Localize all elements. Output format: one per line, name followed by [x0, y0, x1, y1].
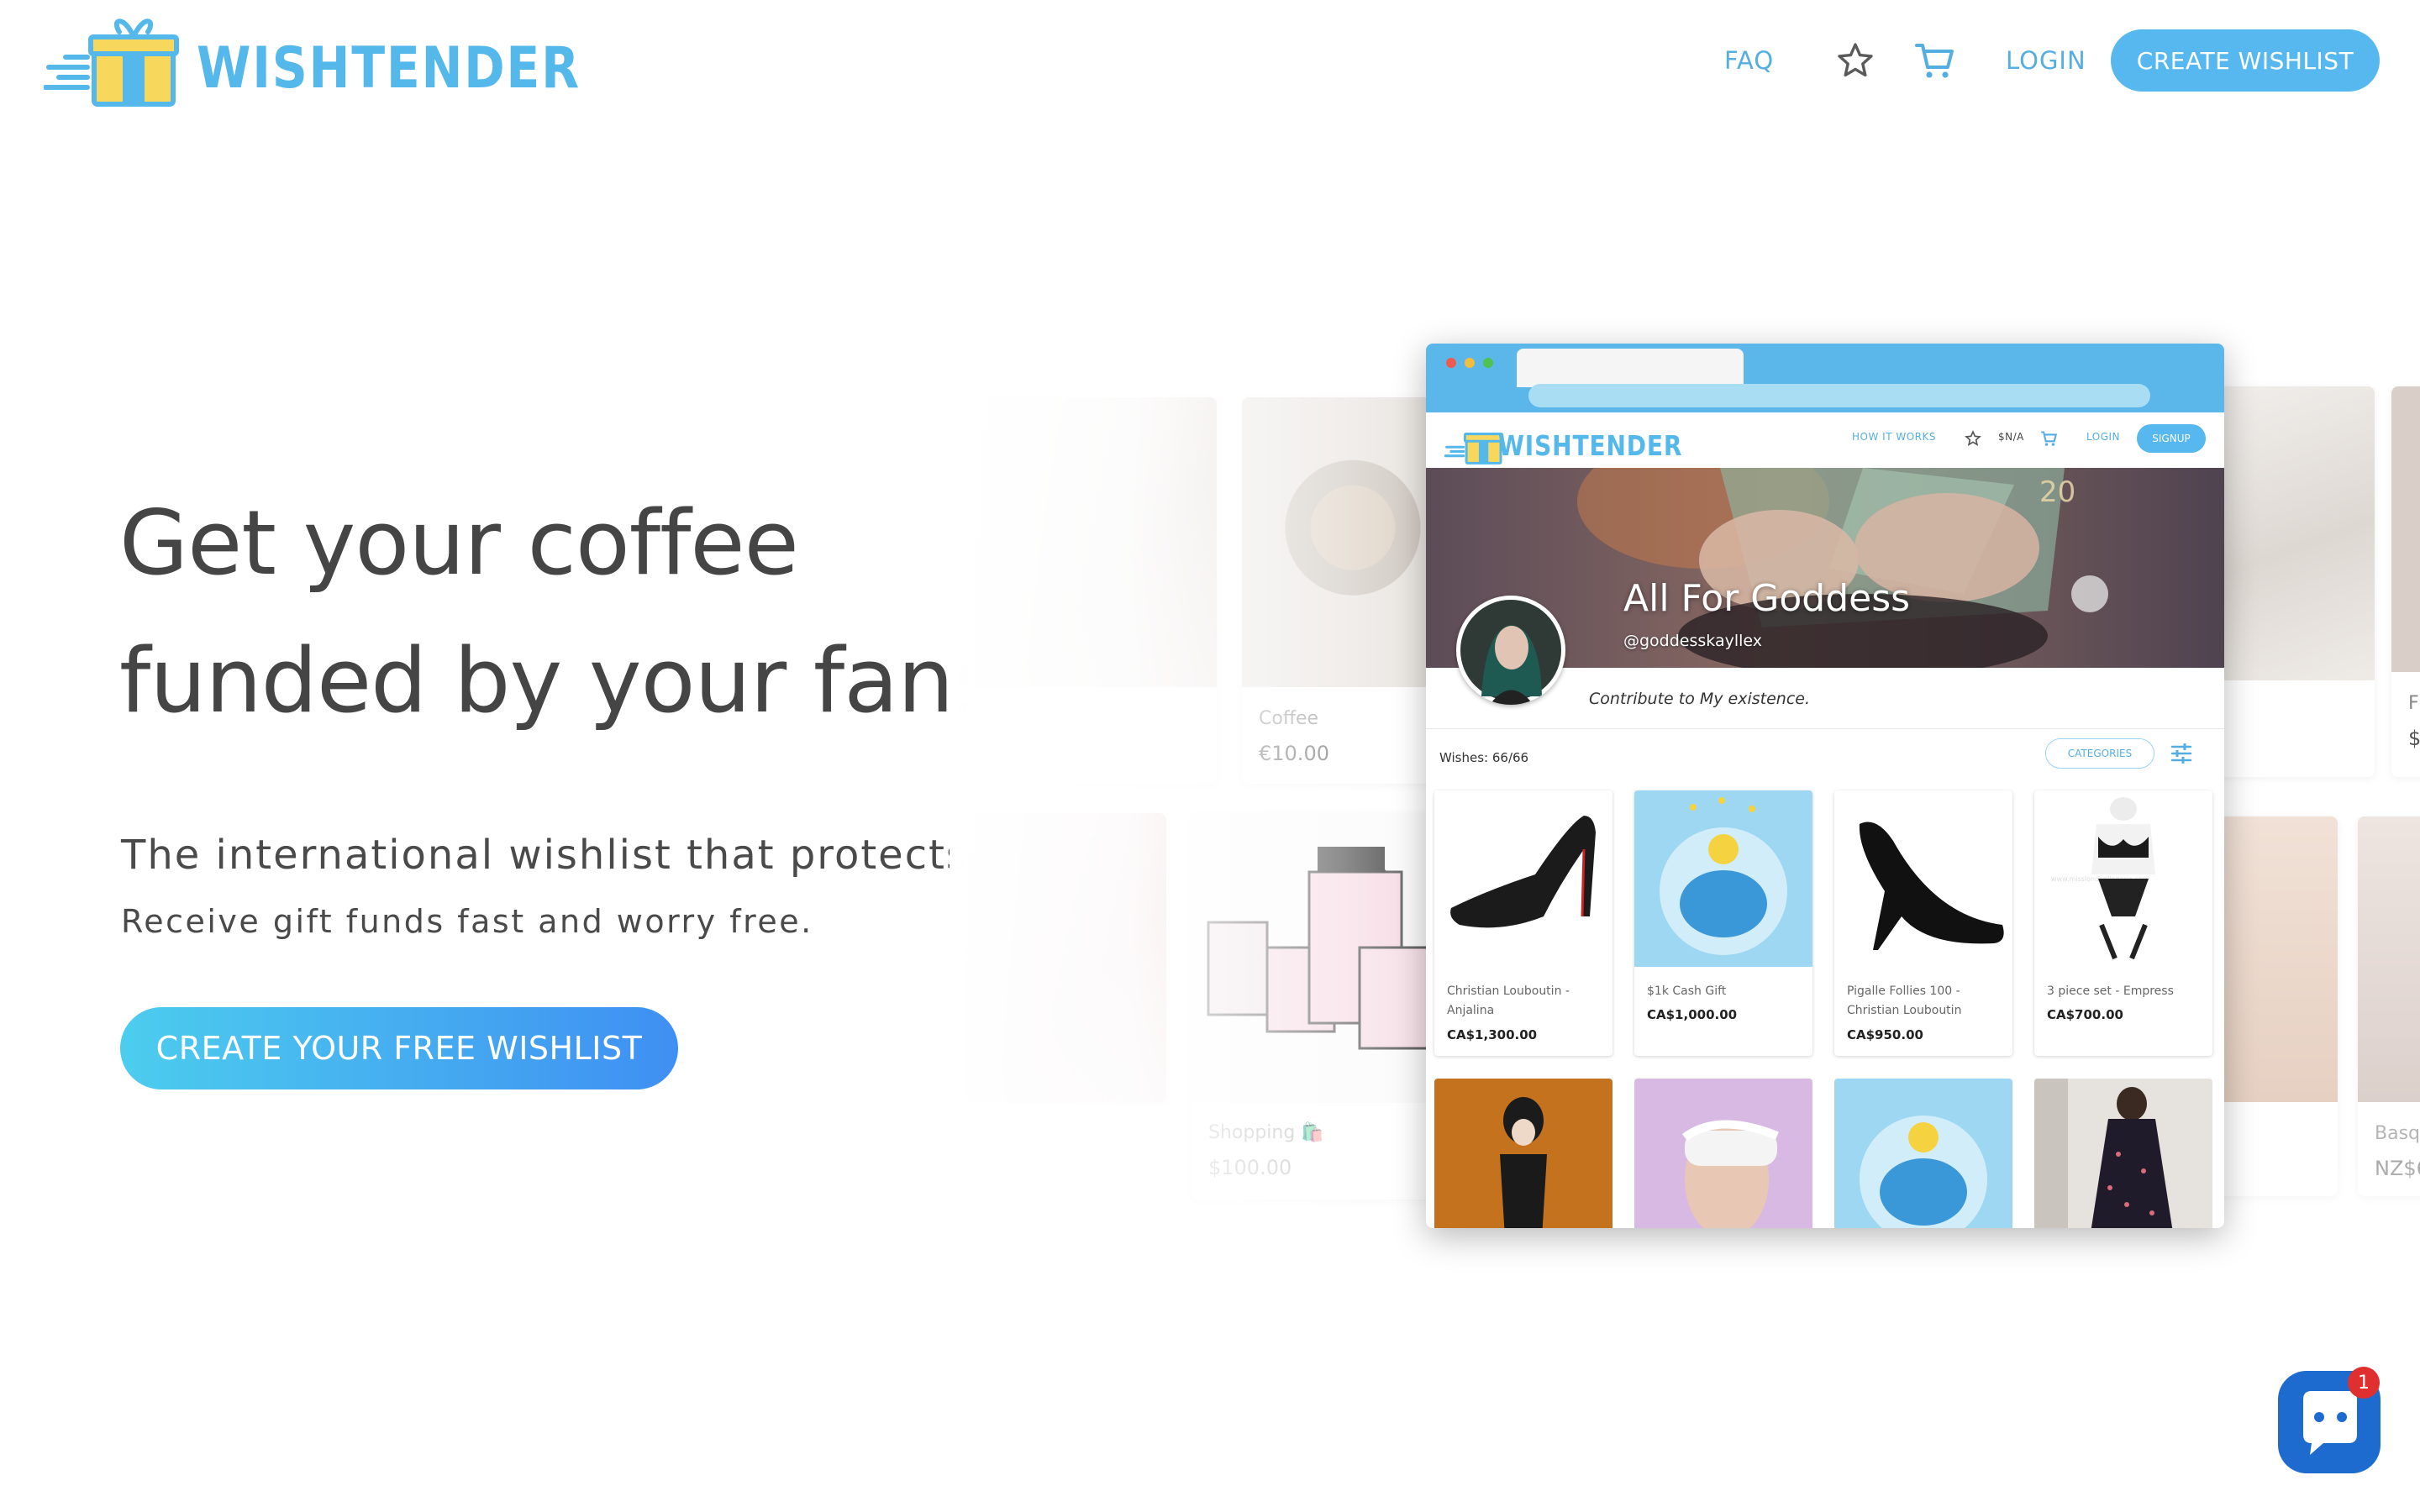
- coffee-image: [1242, 397, 1444, 687]
- profile-handle: @goddesskayllex: [1623, 632, 1763, 650]
- filter-sliders-icon: [2170, 743, 2192, 764]
- mock-star-icon: [1965, 430, 1981, 446]
- brand-wordmark: WISHTENDER: [197, 35, 581, 102]
- bg-card-right-top: [2202, 386, 2375, 777]
- product-card: www.misslondonlingerie.com 3 piece set -…: [2034, 790, 2212, 1056]
- star-icon[interactable]: [1835, 40, 1876, 81]
- gift-logo-icon: [44, 18, 179, 107]
- browser-chrome: [1426, 344, 2224, 412]
- mock-cart-icon: [2041, 431, 2057, 446]
- costume-photo-image: [1434, 1079, 1612, 1228]
- banner-note-number: 20: [2039, 475, 2075, 509]
- categories-button: CATEGORIES: [2045, 738, 2154, 769]
- mock-nav-currency: $N/A: [1998, 431, 2024, 443]
- product-price: CA$1,000.00: [1647, 1007, 1738, 1022]
- mock-brand-wordmark: WISHTENDER: [1498, 429, 1683, 462]
- product-card-row2: [1834, 1079, 2012, 1228]
- bg-card-left-bottom: [966, 813, 1166, 1103]
- chat-notification-badge: 1: [2348, 1367, 2380, 1399]
- black-stiletto-image: [1434, 790, 1612, 967]
- create-wishlist-button[interactable]: CREATE WISHLIST: [2111, 29, 2380, 92]
- bg-card-image: [966, 813, 1166, 1103]
- bg-card-shopping-price: $100.00: [1208, 1156, 1292, 1179]
- product-card-row2: [1434, 1079, 1612, 1228]
- window-minimize-dot: [1465, 358, 1475, 368]
- browser-mockup: WISHTENDER HOW IT WORKS $N/A LOGIN SIGNU…: [1426, 344, 2224, 1228]
- bg-card-far-right-top: F $: [2391, 386, 2420, 777]
- profile-bio: Contribute to My existence.: [1589, 690, 1811, 708]
- piggy-bank-image: [1834, 1079, 2012, 1228]
- nav-login-link[interactable]: LOGIN: [2006, 46, 2086, 75]
- product-name: $1k Cash Gift: [1647, 984, 1727, 998]
- product-name: Pigalle Follies 100 - Christian Loubouti…: [1847, 984, 1962, 1017]
- profile-name: All For Goddess: [1623, 577, 1911, 620]
- product-card: Pigalle Follies 100 - Christian Loubouti…: [1834, 790, 2012, 1056]
- hero-headline-line2: funded by your fans: [119, 629, 1000, 732]
- bg-card-coffee-title: Coffee: [1259, 708, 1319, 729]
- product-price: CA$950.00: [1847, 1027, 1923, 1042]
- product-card-row2: [2034, 1079, 2212, 1228]
- bg-card-image: [2391, 386, 2420, 672]
- patent-pump-image: [1834, 790, 2012, 967]
- product-price: CA$700.00: [2047, 1007, 2123, 1022]
- mock-gift-logo-icon: [1444, 433, 1504, 465]
- hero-headline-line1: Get your coffee: [119, 491, 799, 595]
- bg-card-basque-price: NZ$6: [2375, 1157, 2420, 1180]
- bg-card-basque-title: Basqu: [2375, 1123, 2420, 1144]
- hero-subtitle-secondary: Receive gift funds fast and worry free.: [121, 903, 813, 940]
- hero-subtitle: The international wishlist that protects…: [121, 832, 1077, 879]
- bg-card-shopping-title: Shopping 🛍️: [1208, 1122, 1324, 1143]
- bg-card-coffee: Coffee €10.00: [1242, 397, 1444, 784]
- mock-nav-login: LOGIN: [2086, 431, 2121, 443]
- mock-nav-how-it-works: HOW IT WORKS: [1852, 431, 1936, 443]
- wishtender-logo[interactable]: WISHTENDER: [44, 7, 579, 108]
- shopping-bags-icon: [1207, 847, 1437, 1050]
- hero-headline: Get your coffee funded by your fans: [119, 475, 1094, 750]
- bg-card-image: [966, 397, 1217, 687]
- nav-faq-link[interactable]: FAQ: [1724, 46, 1774, 75]
- bg-card-left-top: [966, 397, 1217, 784]
- product-card-row2: [1634, 1079, 1812, 1228]
- wishes-count: Wishes: 66/66: [1439, 750, 1529, 765]
- divider: [1426, 728, 2224, 729]
- floral-dress-image: [2034, 1079, 2212, 1228]
- book-rose-image: [2202, 386, 2375, 680]
- basque-image: [2358, 816, 2420, 1102]
- vr-headset-image: [1634, 1079, 1812, 1228]
- product-card: $1k Cash Gift CA$1,000.00: [1634, 790, 1812, 1056]
- bg-card-coffee-price: €10.00: [1259, 742, 1329, 765]
- browser-tab: [1517, 349, 1744, 387]
- mock-signup-button: SIGNUP: [2137, 424, 2206, 453]
- lingerie-set-image: www.misslondonlingerie.com: [2034, 790, 2212, 967]
- create-free-wishlist-button[interactable]: CREATE YOUR FREE WISHLIST: [120, 1007, 678, 1089]
- profile-avatar: [1456, 596, 1565, 705]
- window-close-dot: [1446, 358, 1456, 368]
- product-name: Christian Louboutin - Anjalina: [1447, 984, 1570, 1017]
- bg-card-f-title: F: [2408, 693, 2419, 714]
- bg-card-basque: Basqu NZ$6: [2358, 816, 2420, 1196]
- shopping-bags-image: [1192, 813, 1444, 1103]
- bg-card-f-price: $: [2408, 727, 2420, 750]
- cart-icon[interactable]: [1914, 40, 1954, 81]
- window-maximize-dot: [1483, 358, 1493, 368]
- product-name: 3 piece set - Empress: [2047, 984, 2174, 998]
- browser-url-bar: [1528, 384, 2150, 407]
- product-card: Christian Louboutin - Anjalina CA$1,300.…: [1434, 790, 1612, 1056]
- product-price: CA$1,300.00: [1447, 1027, 1538, 1042]
- bg-card-shopping: Shopping 🛍️ $100.00: [1192, 813, 1444, 1200]
- piggy-bank-image: [1634, 790, 1812, 967]
